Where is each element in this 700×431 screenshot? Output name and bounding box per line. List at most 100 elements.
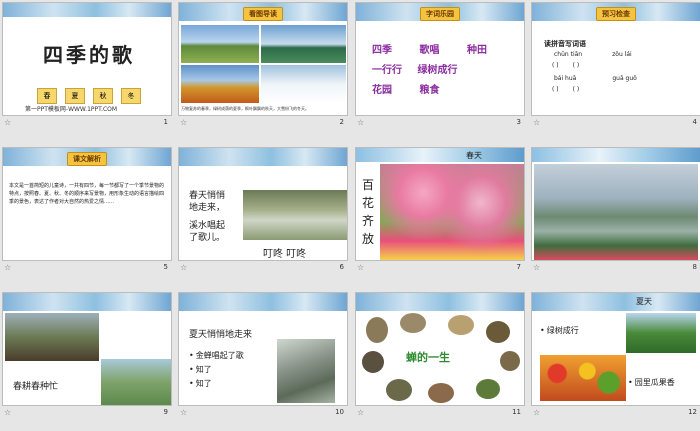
slide-title: 春天: [466, 151, 482, 160]
photo-ox-plowing: [5, 313, 99, 361]
bullet-item: 金蝉唱起了歌: [189, 349, 244, 363]
pinyin: bái huā: [554, 75, 577, 82]
slide-12[interactable]: 夏天 绿树成行 园里瓜果香 ☆ 12: [531, 292, 700, 420]
pinyin: zǒu lái: [612, 51, 632, 58]
vertical-char: 花: [362, 196, 375, 210]
slide-number: 4: [692, 118, 697, 126]
star-icon[interactable]: ☆: [180, 118, 187, 127]
slide-4[interactable]: 预习检查 读拼音写词语 chūn tiān zǒu lái ( ) ( ) bái …: [531, 2, 700, 130]
life-cycle-title: 蝉的一生: [406, 351, 450, 364]
slide-number: 8: [692, 263, 697, 271]
stage-photo: [400, 313, 426, 333]
slide-number: 6: [339, 263, 344, 271]
slide-frame: 看图导读 万物复苏的春季，绿树成荫的夏季，枫叶飘飘的秋天，大雪纷飞的冬天。: [178, 2, 348, 116]
star-icon[interactable]: ☆: [357, 263, 364, 272]
slide-10[interactable]: 夏天悄悄地走来 金蝉唱起了歌 知了 知了 ☆ 10: [178, 292, 348, 420]
vocab-word: 绿树成行: [417, 65, 458, 76]
slide-number: 2: [339, 118, 344, 126]
analysis-text: 本文是一首简短的儿童诗，一共有四节，每一节都写了一个季节景物的特点，按照春、夏、…: [9, 183, 165, 205]
instruction-text: 读拼音写词语: [544, 40, 586, 48]
answer-blank[interactable]: ( ): [552, 86, 559, 93]
star-icon[interactable]: ☆: [180, 408, 187, 417]
slide-3[interactable]: 字词乐园 四季 歌唱 种田 一行行 绿树成行 花园 粮食 ☆ 3: [355, 2, 525, 130]
slide-7[interactable]: 春天 百 花 齐 放 ☆ 7: [355, 147, 525, 275]
bullet-item: 绿树成行: [540, 325, 579, 336]
header-band: [179, 293, 347, 311]
slide-5[interactable]: 课文解析 本文是一首简短的儿童诗，一共有四节，每一节都写了一个季节景物的特点，按…: [2, 147, 172, 275]
photo-flowers: [380, 164, 524, 260]
stage-photo: [366, 317, 388, 343]
slide-number: 3: [516, 118, 521, 126]
slide-2[interactable]: 看图导读 万物复苏的春季，绿树成荫的夏季，枫叶飘飘的秋天，大雪纷飞的冬天。 ☆ 2: [178, 2, 348, 130]
stage-photo: [428, 383, 454, 403]
stage-photo: [386, 379, 412, 401]
slide-frame: 四季的歌 春夏秋冬 第一PPT模板网-WWW.1PPT.COM: [2, 2, 172, 116]
slide-caption: 春耕春种忙: [13, 382, 59, 392]
stage-photo: [362, 351, 384, 373]
poem-line: 春天悄悄: [189, 191, 226, 201]
photo-lake-mountains: [534, 164, 698, 260]
vertical-char: 齐: [362, 214, 375, 228]
poem-line: 了歌儿。: [189, 233, 226, 243]
slide-frame: 课文解析 本文是一首简短的儿童诗，一共有四节，每一节都写了一个季节景物的特点，按…: [2, 147, 172, 261]
header-band: [532, 293, 700, 311]
poem-line: 溪水唱起: [189, 221, 226, 231]
slide-frame: 预习检查 读拼音写词语 chūn tiān zǒu lái ( ) ( ) bái …: [531, 2, 700, 116]
pinyin: guā guǒ: [612, 75, 637, 82]
slide-11[interactable]: 蝉的一生 ☆ 11: [355, 292, 525, 420]
poem-line: 地走来，: [189, 203, 226, 213]
answer-blank[interactable]: ( ): [552, 62, 559, 69]
pinyin: chūn tiān: [554, 51, 583, 58]
photo-spring: [181, 25, 259, 63]
slide-9[interactable]: 春耕春种忙 ☆ 9: [2, 292, 172, 420]
star-icon[interactable]: ☆: [4, 118, 11, 127]
star-icon[interactable]: ☆: [533, 408, 540, 417]
slide-number: 5: [163, 263, 168, 271]
star-icon[interactable]: ☆: [357, 118, 364, 127]
photo-fruits: [540, 355, 626, 401]
bullet-item: 知了: [189, 377, 244, 391]
vertical-char: 百: [362, 178, 375, 192]
slide-title: 四季的歌: [43, 43, 135, 67]
slide-number: 9: [163, 408, 168, 416]
slide-tag: 看图导读: [243, 7, 283, 21]
star-icon[interactable]: ☆: [357, 408, 364, 417]
slide-number: 11: [512, 408, 521, 416]
star-icon[interactable]: ☆: [4, 263, 11, 272]
slide-8[interactable]: ☆ 8: [531, 147, 700, 275]
onomatopoeia-text: 叮咚 叮咚: [263, 249, 307, 260]
answer-blank[interactable]: ( ): [573, 62, 580, 69]
photo-winter: [261, 65, 346, 103]
slide-frame: 夏天 绿树成行 园里瓜果香: [531, 292, 700, 406]
slide-1[interactable]: 四季的歌 春夏秋冬 第一PPT模板网-WWW.1PPT.COM ☆ 1: [2, 2, 172, 130]
star-icon[interactable]: ☆: [533, 118, 540, 127]
season-badge: 冬: [121, 88, 141, 104]
slide-tag: 字词乐园: [420, 7, 460, 21]
stage-photo: [448, 315, 474, 335]
star-icon[interactable]: ☆: [4, 408, 11, 417]
season-badge: 夏: [65, 88, 85, 104]
season-badge: 春: [37, 88, 57, 104]
photo-stream: [243, 190, 347, 240]
slide-heading: 夏天悄悄地走来: [189, 330, 253, 340]
star-icon[interactable]: ☆: [533, 263, 540, 272]
vertical-char: 放: [362, 232, 375, 246]
stage-photo: [486, 321, 510, 343]
vocab-word: 花园: [372, 85, 392, 96]
answer-blank[interactable]: ( ): [573, 86, 580, 93]
slide-frame: 夏天悄悄地走来 金蝉唱起了歌 知了 知了: [178, 292, 348, 406]
slide-frame: 春耕春种忙: [2, 292, 172, 406]
star-icon[interactable]: ☆: [180, 263, 187, 272]
header-band: [532, 148, 700, 162]
slide-frame: [531, 147, 700, 261]
slide-frame: 春天 百 花 齐 放: [355, 147, 525, 261]
vocab-word: 种田: [466, 45, 487, 56]
photo-tree-rows: [626, 313, 696, 353]
slide-tag: 预习检查: [596, 7, 636, 21]
header-band: [179, 148, 347, 166]
photo-summer: [261, 25, 346, 63]
slide-number: 12: [688, 408, 697, 416]
slide-frame: 字词乐园 四季 歌唱 种田 一行行 绿树成行 花园 粮食: [355, 2, 525, 116]
slide-6[interactable]: 春天悄悄 地走来， 溪水唱起 了歌儿。 叮咚 叮咚 ☆ 6: [178, 147, 348, 275]
slide-number: 10: [335, 408, 344, 416]
